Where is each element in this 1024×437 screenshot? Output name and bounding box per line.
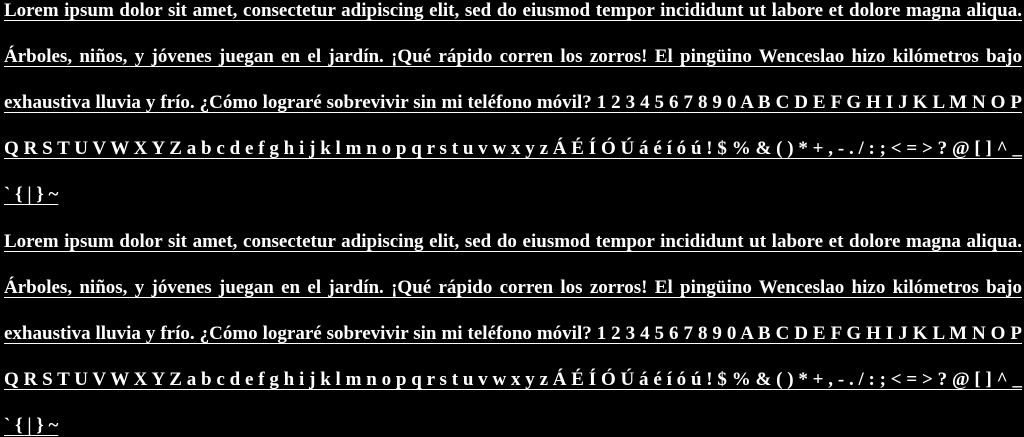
paragraph-1-text: Lorem ipsum dolor sit amet, consectetur … bbox=[4, 0, 1022, 205]
document-page: Lorem ipsum dolor sit amet, consectetur … bbox=[0, 0, 1024, 437]
paragraph-2-text: Lorem ipsum dolor sit amet, consectetur … bbox=[4, 231, 1022, 436]
paragraph-1: Lorem ipsum dolor sit amet, consectetur … bbox=[4, 0, 1022, 218]
paragraph-2: Lorem ipsum dolor sit amet, consectetur … bbox=[4, 219, 1022, 437]
